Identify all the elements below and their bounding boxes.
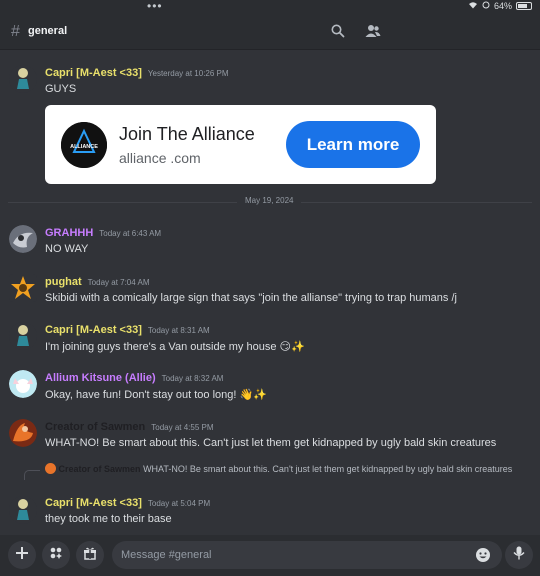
message-header: Capri [M-Aest <33] Yesterday at 10:26 PM bbox=[45, 67, 229, 79]
timestamp: Today at 8:32 AM bbox=[161, 374, 224, 383]
timestamp: Today at 6:43 AM bbox=[99, 229, 162, 238]
learn-more-button[interactable]: Learn more bbox=[286, 121, 420, 168]
battery-icon bbox=[516, 2, 532, 10]
microphone-icon bbox=[513, 546, 525, 565]
username[interactable]: Capri [M-Aest <33] bbox=[45, 324, 142, 336]
svg-text:ALLIANCE: ALLIANCE bbox=[70, 144, 98, 150]
add-attachment-button[interactable] bbox=[8, 541, 36, 569]
timestamp: Yesterday at 10:26 PM bbox=[147, 69, 229, 78]
avatar[interactable] bbox=[9, 496, 37, 524]
reply-text: WHAT-NO! Be smart about this. Can't just… bbox=[143, 464, 513, 474]
orientation-lock-icon bbox=[482, 1, 490, 11]
gift-icon bbox=[83, 546, 97, 565]
plus-icon bbox=[15, 546, 29, 565]
status-indicators: 64% bbox=[468, 1, 532, 11]
embed-title[interactable]: Join The Alliance bbox=[119, 124, 255, 145]
reply-avatar bbox=[45, 463, 56, 474]
members-icon[interactable] bbox=[365, 24, 381, 43]
message-text: NO WAY bbox=[45, 243, 89, 255]
message-input[interactable] bbox=[112, 541, 502, 569]
avatar[interactable] bbox=[9, 322, 37, 350]
multitask-dots-icon[interactable]: ••• bbox=[147, 0, 163, 12]
status-bar: ••• 64% bbox=[0, 0, 540, 14]
search-icon[interactable] bbox=[331, 24, 345, 43]
username[interactable]: Allium Kitsune (Allie) bbox=[45, 372, 156, 384]
gift-button[interactable] bbox=[76, 541, 104, 569]
apps-icon bbox=[49, 546, 63, 565]
embed-domain: alliance .com bbox=[119, 150, 201, 166]
message-header: Capri [M-Aest <33] Today at 8:31 AM bbox=[45, 324, 210, 336]
username[interactable]: pughat bbox=[45, 276, 82, 288]
voice-message-button[interactable] bbox=[505, 541, 533, 569]
channel-title[interactable]: general bbox=[28, 25, 67, 37]
reply-connector bbox=[24, 470, 40, 480]
apps-button[interactable] bbox=[42, 541, 70, 569]
username[interactable]: Capri [M-Aest <33] bbox=[45, 497, 142, 509]
alliance-logo: ALLIANCE bbox=[61, 122, 107, 168]
message-composer bbox=[0, 535, 540, 576]
username[interactable]: Creator of Sawmen bbox=[45, 421, 145, 433]
username[interactable]: Capri [M-Aest <33] bbox=[45, 67, 142, 79]
channel-header: # general bbox=[0, 14, 540, 50]
message-header: Allium Kitsune (Allie) Today at 8:32 AM bbox=[45, 372, 223, 384]
reply-preview[interactable]: Creator of Sawmen WHAT-NO! Be smart abou… bbox=[45, 463, 525, 475]
reply-username[interactable]: Creator of Sawmen bbox=[59, 464, 141, 474]
battery-percent: 64% bbox=[493, 1, 512, 11]
message-text: Okay, have fun! Don't stay out too long!… bbox=[45, 389, 267, 401]
message-text: Skibidi with a comically large sign that… bbox=[45, 292, 457, 304]
avatar[interactable] bbox=[9, 225, 37, 253]
timestamp: Today at 5:04 PM bbox=[147, 499, 211, 508]
message-header: pughat Today at 7:04 AM bbox=[45, 276, 150, 288]
message-text: WHAT-NO! Be smart about this. Can't just… bbox=[45, 437, 497, 449]
message-header: Creator of Sawmen Today at 4:55 PM bbox=[45, 421, 214, 433]
wifi-icon bbox=[468, 1, 478, 11]
emoji-icon[interactable] bbox=[475, 547, 491, 568]
message-header: Capri [M-Aest <33] Today at 5:04 PM bbox=[45, 497, 210, 509]
message-header: GRAHHH Today at 6:43 AM bbox=[45, 227, 161, 239]
timestamp: Today at 7:04 AM bbox=[87, 278, 150, 287]
date-divider-label: May 19, 2024 bbox=[237, 196, 302, 205]
timestamp: Today at 8:31 AM bbox=[147, 326, 210, 335]
link-embed-card[interactable]: ALLIANCE Join The Alliance alliance .com… bbox=[45, 105, 436, 184]
avatar[interactable] bbox=[9, 274, 37, 302]
avatar[interactable] bbox=[9, 65, 37, 93]
message-text: GUYS bbox=[45, 83, 77, 95]
channel-hash-icon: # bbox=[11, 23, 20, 40]
avatar[interactable] bbox=[9, 370, 37, 398]
timestamp: Today at 4:55 PM bbox=[151, 423, 214, 432]
message-text: they took me to their base bbox=[45, 513, 172, 525]
message-text: I'm joining guys there's a Van outside m… bbox=[45, 341, 305, 353]
username[interactable]: GRAHHH bbox=[45, 227, 93, 239]
avatar[interactable] bbox=[9, 419, 37, 447]
